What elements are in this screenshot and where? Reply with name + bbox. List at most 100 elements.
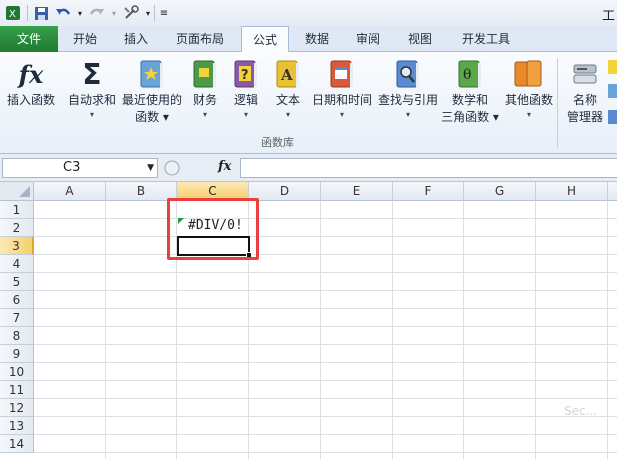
insert-function-fx-icon[interactable]: fx bbox=[218, 159, 231, 174]
star-book-icon bbox=[136, 58, 168, 90]
svg-text:θ: θ bbox=[463, 67, 471, 83]
save-icon[interactable] bbox=[32, 4, 50, 22]
create-from-selection-icon[interactable] bbox=[608, 110, 617, 124]
tab-view[interactable]: 视图 bbox=[396, 26, 444, 52]
button-label-2: 管理器 bbox=[566, 110, 603, 124]
quick-access-toolbar: X ▾ ▾ ▾ ≡ 工 bbox=[0, 0, 617, 26]
row-header-10[interactable]: 10 bbox=[0, 363, 34, 381]
datetime-book-icon bbox=[326, 58, 358, 90]
gridline bbox=[392, 201, 393, 459]
worksheet-grid[interactable]: A B C D E F G H 1 2 3 4 5 6 7 8 9 10 11 … bbox=[0, 182, 617, 459]
tab-insert[interactable]: 插入 bbox=[112, 26, 160, 52]
column-header-h[interactable]: H bbox=[536, 182, 608, 201]
row-header-7[interactable]: 7 bbox=[0, 309, 34, 327]
tab-home[interactable]: 开始 bbox=[62, 26, 108, 52]
column-header-partial[interactable] bbox=[608, 182, 617, 201]
column-header-d[interactable]: D bbox=[249, 182, 321, 201]
recently-used-button[interactable]: 最近使用的 函数 ▾ bbox=[120, 56, 184, 126]
row-header-8[interactable]: 8 bbox=[0, 327, 34, 345]
redo-icon[interactable] bbox=[88, 4, 106, 22]
tools-dropdown-icon[interactable]: ▾ bbox=[144, 4, 152, 22]
tab-formulas[interactable]: 公式 bbox=[241, 26, 289, 53]
name-box-dropdown-icon[interactable]: ▼ bbox=[147, 159, 154, 177]
logical-button[interactable]: ? 逻辑 ▾ bbox=[228, 56, 264, 121]
name-manager-icon bbox=[569, 58, 601, 90]
gridline bbox=[320, 201, 321, 459]
column-header-f[interactable]: F bbox=[393, 182, 464, 201]
formula-bar-grip-icon[interactable] bbox=[162, 158, 182, 178]
redo-dropdown-icon[interactable]: ▾ bbox=[110, 4, 118, 22]
name-box[interactable]: C3 ▼ bbox=[2, 158, 158, 178]
tools-icon[interactable] bbox=[122, 4, 140, 22]
row-header-14[interactable]: 14 bbox=[0, 435, 34, 453]
tab-file[interactable]: 文件 bbox=[0, 26, 58, 52]
row-header-9[interactable]: 9 bbox=[0, 345, 34, 363]
button-label: 最近使用的 bbox=[121, 93, 182, 107]
more-book-icon bbox=[513, 58, 545, 90]
formula-input[interactable] bbox=[240, 158, 617, 178]
toolbar-divider bbox=[27, 5, 28, 21]
gridline bbox=[34, 434, 617, 435]
button-label: 其他函数 bbox=[504, 93, 553, 107]
use-in-formula-icon[interactable] bbox=[608, 84, 617, 98]
math-book-icon: θ bbox=[454, 58, 486, 90]
gridline bbox=[607, 201, 608, 459]
column-header-a[interactable]: A bbox=[34, 182, 106, 201]
lookup-book-icon bbox=[392, 58, 424, 90]
watermark: Sec... bbox=[563, 404, 597, 418]
autosum-button[interactable]: Σ 自动求和 ▾ bbox=[64, 56, 120, 121]
tab-data[interactable]: 数据 bbox=[294, 26, 340, 52]
button-label-2: ▾ bbox=[285, 110, 290, 119]
tab-developer[interactable]: 开发工具 bbox=[450, 26, 522, 52]
column-header-e[interactable]: E bbox=[321, 182, 393, 201]
gridline bbox=[34, 236, 617, 237]
row-header-4[interactable]: 4 bbox=[0, 255, 34, 273]
button-label: 日期和时间 bbox=[311, 93, 372, 107]
svg-text:A: A bbox=[280, 66, 293, 84]
define-name-icon[interactable] bbox=[608, 60, 617, 74]
math-trig-button[interactable]: θ 数学和 三角函数 ▾ bbox=[440, 56, 500, 126]
row-header-1[interactable]: 1 bbox=[0, 201, 34, 219]
date-time-button[interactable]: 日期和时间 ▾ bbox=[310, 56, 374, 121]
row-header-11[interactable]: 11 bbox=[0, 381, 34, 399]
insert-function-button[interactable]: fx 插入函数 bbox=[2, 56, 60, 109]
row-header-3[interactable]: 3 bbox=[0, 237, 34, 255]
formula-controls: fx bbox=[160, 158, 240, 178]
tab-page-layout[interactable]: 页面布局 bbox=[164, 26, 236, 52]
undo-dropdown-icon[interactable]: ▾ bbox=[76, 4, 84, 22]
gridline bbox=[34, 254, 617, 255]
annotation-highlight-box bbox=[167, 198, 259, 260]
gridline bbox=[34, 398, 617, 399]
name-manager-button[interactable]: 名称 管理器 bbox=[562, 56, 608, 126]
row-header-13[interactable]: 13 bbox=[0, 417, 34, 435]
select-all-corner[interactable] bbox=[0, 182, 34, 201]
customize-toolbar-icon[interactable]: ≡ bbox=[159, 4, 169, 22]
gridline bbox=[34, 308, 617, 309]
formula-bar: C3 ▼ fx bbox=[0, 154, 617, 182]
row-header-6[interactable]: 6 bbox=[0, 291, 34, 309]
button-label-2: ▾ bbox=[89, 110, 94, 119]
button-label: 自动求和 bbox=[67, 93, 116, 107]
row-header-2[interactable]: 2 bbox=[0, 219, 34, 237]
button-label-2: ▾ bbox=[405, 110, 410, 119]
logic-book-icon: ? bbox=[230, 58, 262, 90]
text-button[interactable]: A 文本 ▾ bbox=[270, 56, 306, 121]
sigma-icon: Σ bbox=[82, 57, 102, 91]
row-header-12[interactable]: 12 bbox=[0, 399, 34, 417]
gridline bbox=[34, 452, 617, 453]
row-header-5[interactable]: 5 bbox=[0, 273, 34, 291]
lookup-reference-button[interactable]: 查找与引用 ▾ bbox=[376, 56, 440, 121]
text-book-icon: A bbox=[272, 58, 304, 90]
undo-icon[interactable] bbox=[54, 4, 72, 22]
button-label-2: ▾ bbox=[339, 110, 344, 119]
button-label: 逻辑 bbox=[233, 93, 258, 107]
more-functions-button[interactable]: 其他函数 ▾ bbox=[502, 56, 556, 121]
column-header-g[interactable]: G bbox=[464, 182, 536, 201]
financial-button[interactable]: 财务 ▾ bbox=[186, 56, 224, 121]
gridline bbox=[34, 272, 617, 273]
button-label: 财务 bbox=[192, 93, 217, 107]
name-box-value: C3 bbox=[63, 160, 81, 175]
button-label-2: ▾ bbox=[526, 110, 531, 119]
fx-icon: fx bbox=[18, 59, 44, 89]
tab-review[interactable]: 审阅 bbox=[344, 26, 392, 52]
